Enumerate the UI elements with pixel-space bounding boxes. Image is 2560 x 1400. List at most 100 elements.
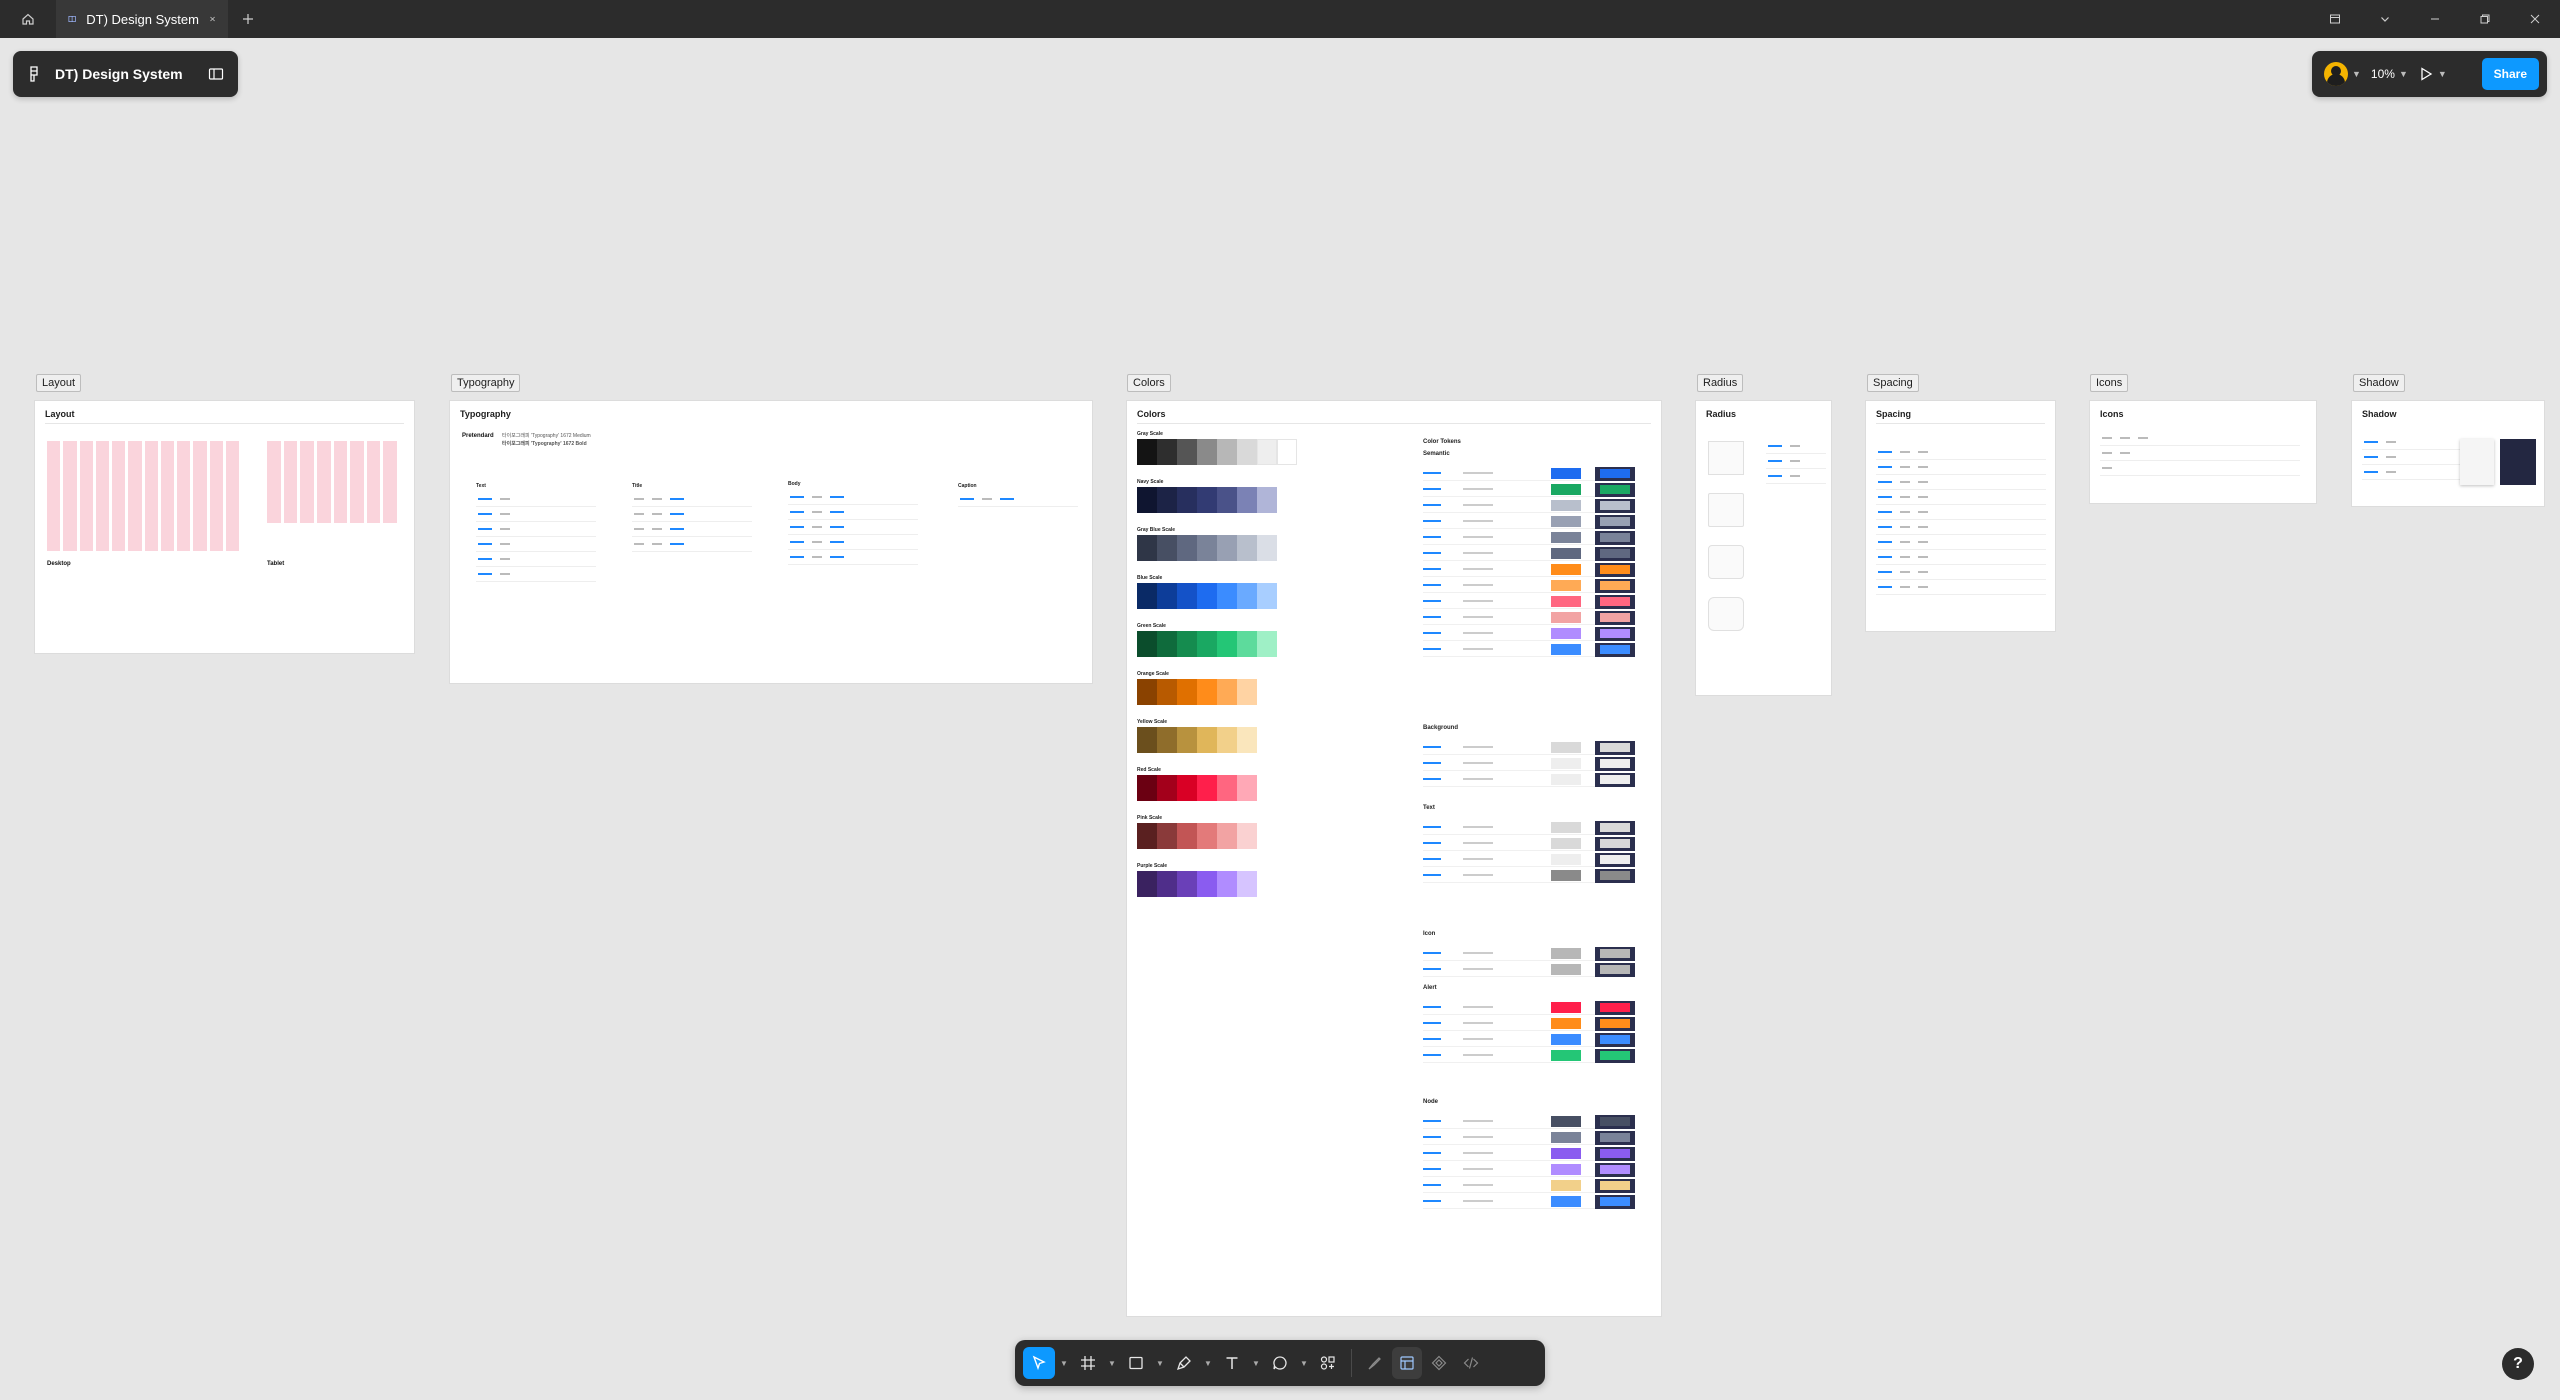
color-swatch[interactable] [1237,823,1257,849]
token-row[interactable] [1423,483,1635,497]
color-swatch[interactable] [1157,679,1177,705]
color-swatch[interactable] [1257,487,1277,513]
comment-tool-button[interactable] [1265,1347,1295,1379]
chevron-down-icon[interactable]: ▼ [1105,1347,1119,1379]
color-swatch[interactable] [1217,727,1237,753]
color-swatch[interactable] [1217,775,1237,801]
color-swatch[interactable] [1177,631,1197,657]
color-swatch[interactable] [1157,487,1177,513]
color-swatch[interactable] [1157,631,1177,657]
token-row[interactable] [1423,579,1635,593]
color-swatch[interactable] [1217,823,1237,849]
components-mode-button[interactable] [1424,1347,1454,1379]
window-layout-button[interactable] [2310,0,2360,38]
color-swatch[interactable] [1157,583,1177,609]
color-swatch[interactable] [1137,631,1157,657]
close-window-button[interactable] [2510,0,2560,38]
color-swatch[interactable] [1157,727,1177,753]
frame-label-icons[interactable]: Icons [2090,374,2129,392]
color-swatch[interactable] [1257,535,1277,561]
color-swatch[interactable] [1137,487,1157,513]
color-swatch[interactable] [1137,871,1157,897]
frame-tool-button[interactable] [1073,1347,1103,1379]
color-swatch[interactable] [1197,631,1217,657]
color-swatch[interactable] [1137,679,1157,705]
design-mode-button[interactable] [1392,1347,1422,1379]
token-row[interactable] [1423,963,1635,977]
color-swatch[interactable] [1217,583,1237,609]
frame-icons[interactable]: Icons [2089,400,2317,504]
token-row[interactable] [1423,1033,1635,1047]
present-button[interactable]: ▼ [2418,66,2447,82]
token-row[interactable] [1423,499,1635,513]
frame-shadow[interactable]: Shadow [2351,400,2545,507]
frame-layout[interactable]: Layout Desktop Tablet [34,400,415,654]
color-swatch[interactable] [1177,439,1197,465]
pen-tool-button[interactable] [1169,1347,1199,1379]
frame-radius[interactable]: Radius [1695,400,1832,696]
color-swatch[interactable] [1137,439,1157,465]
token-row[interactable] [1423,1163,1635,1177]
color-swatch[interactable] [1197,679,1217,705]
token-row[interactable] [1423,1195,1635,1209]
color-swatch[interactable] [1277,439,1297,465]
token-row[interactable] [1423,547,1635,561]
text-tool-button[interactable] [1217,1347,1247,1379]
token-row[interactable] [1423,1115,1635,1129]
chevron-down-icon[interactable]: ▼ [1297,1347,1311,1379]
color-swatch[interactable] [1157,439,1177,465]
frame-typography[interactable]: Typography Pretendard 타이포그래피 'Typography… [449,400,1093,684]
token-row[interactable] [1423,515,1635,529]
token-row[interactable] [1423,821,1635,835]
token-row[interactable] [1423,531,1635,545]
color-swatch[interactable] [1237,631,1257,657]
color-swatch[interactable] [1177,727,1197,753]
color-swatch[interactable] [1177,679,1197,705]
token-row[interactable] [1423,741,1635,755]
token-row[interactable] [1423,627,1635,641]
color-swatch[interactable] [1217,679,1237,705]
restore-button[interactable] [2460,0,2510,38]
token-row[interactable] [1423,869,1635,883]
color-swatch[interactable] [1177,487,1197,513]
color-swatch[interactable] [1137,535,1157,561]
help-button[interactable]: ? [2502,1348,2534,1380]
minimize-button[interactable] [2410,0,2460,38]
token-row[interactable] [1423,467,1635,481]
color-swatch[interactable] [1177,823,1197,849]
tab-file[interactable]: DT) Design System [56,0,228,38]
color-swatch[interactable] [1197,823,1217,849]
token-row[interactable] [1423,1049,1635,1063]
chevron-down-icon[interactable]: ▼ [1153,1347,1167,1379]
canvas[interactable]: Layout Layout Desktop Tablet Typography … [0,38,2560,1400]
color-swatch[interactable] [1237,535,1257,561]
dev-mode-button[interactable] [1456,1347,1486,1379]
color-swatch[interactable] [1197,439,1217,465]
color-swatch[interactable] [1257,439,1277,465]
color-swatch[interactable] [1257,583,1277,609]
color-swatch[interactable] [1157,871,1177,897]
color-swatch[interactable] [1237,727,1257,753]
token-row[interactable] [1423,947,1635,961]
color-swatch[interactable] [1157,535,1177,561]
color-swatch[interactable] [1197,871,1217,897]
token-row[interactable] [1423,611,1635,625]
token-row[interactable] [1423,757,1635,771]
color-swatch[interactable] [1177,775,1197,801]
chevron-down-icon[interactable]: ▼ [1057,1347,1071,1379]
color-swatch[interactable] [1237,439,1257,465]
color-swatch[interactable] [1197,535,1217,561]
color-swatch[interactable] [1137,727,1157,753]
chevron-down-icon[interactable]: ▼ [1249,1347,1263,1379]
token-row[interactable] [1423,1017,1635,1031]
color-swatch[interactable] [1197,583,1217,609]
token-row[interactable] [1423,1147,1635,1161]
file-name[interactable]: DT) Design System [55,66,194,82]
token-row[interactable] [1423,595,1635,609]
shape-tool-button[interactable] [1121,1347,1151,1379]
color-swatch[interactable] [1137,823,1157,849]
token-row[interactable] [1423,853,1635,867]
token-row[interactable] [1423,1179,1635,1193]
share-button[interactable]: Share [2481,58,2539,90]
color-swatch[interactable] [1137,583,1157,609]
